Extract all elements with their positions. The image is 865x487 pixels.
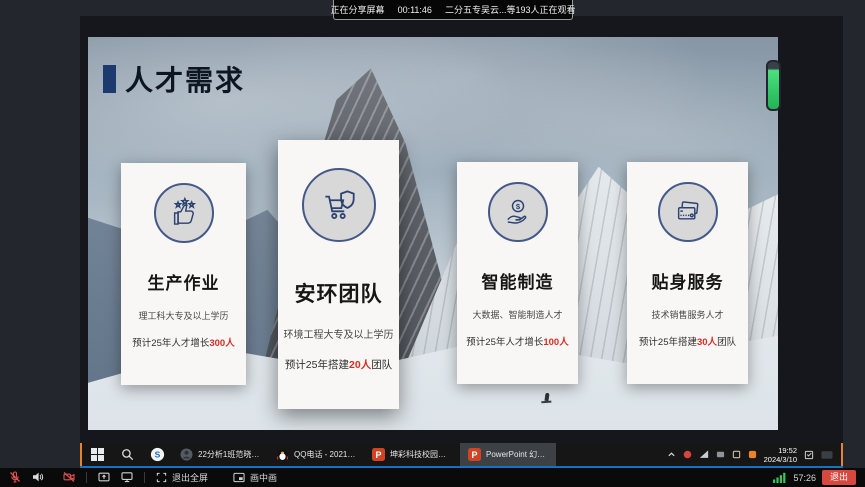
thumbs-up-stars-icon (167, 196, 201, 230)
card-forecast: 预计25年搭建20人团队 (285, 357, 392, 372)
screen-share-status-bar: 正在分享屏幕 00:11:46 二分五专吴云...等193人正在观看 (333, 0, 573, 20)
card-desc: 理工科大专及以上学历 (138, 309, 228, 322)
task-label: PowerPoint 幻灯... (486, 449, 548, 460)
forecast-prefix: 预计25年搭建 (639, 337, 697, 348)
task-label: 22分析1班范晓鹏等... (198, 449, 260, 460)
tray-date: 2024/3/10 (764, 455, 797, 464)
signal-strength-icon (773, 472, 787, 483)
browser-s-icon: S (150, 447, 165, 462)
slide-title-block: 人才需求 (103, 59, 245, 99)
forecast-suffix: 团队 (371, 359, 392, 371)
windows-taskbar: S 22分析1班范晓鹏等... QQ电话 - 2021级... P 坤彩科技校园… (80, 443, 843, 466)
tray-icon-4[interactable] (748, 450, 757, 459)
group-chat-avatar-icon (180, 448, 193, 461)
card-title: 贴身服务 (652, 268, 724, 293)
meeting-duration: 57:26 (793, 473, 816, 483)
presentation-slide: 人才需求 生产作业 理工科大专及以上学历 预计25年人才增长300人 (88, 37, 778, 430)
taskbar-browser-button[interactable]: S (142, 443, 172, 466)
task-label: QQ电话 - 2021级... (294, 449, 356, 460)
card-icon-circle (154, 183, 214, 243)
card-icon-circle (302, 168, 376, 242)
search-icon (121, 448, 134, 461)
control-divider (86, 472, 87, 483)
forecast-prefix: 预计25年人才增长 (466, 337, 543, 348)
action-center-icon[interactable] (804, 450, 814, 460)
tray-network-icon[interactable] (699, 450, 709, 459)
pip-label: 画中画 (250, 471, 277, 484)
tray-clock[interactable]: 19:52 2024/3/10 (764, 446, 797, 464)
card-desc: 环境工程大专及以上学历 (284, 326, 394, 341)
svg-text:S: S (154, 450, 160, 460)
powerpoint-icon: P (468, 448, 481, 461)
card-forecast: 预计25年人才增长300人 (132, 335, 234, 349)
share-screen-button[interactable] (98, 471, 110, 485)
card-desc: 技术销售服务人才 (651, 308, 723, 321)
taskbar-task-qq-call[interactable]: QQ电话 - 2021级... (268, 443, 364, 466)
forecast-prefix: 预计25年搭建 (285, 359, 349, 371)
skier-figure (544, 392, 549, 400)
forecast-number: 100人 (543, 337, 568, 348)
card-personal-service: 贴身服务 技术销售服务人才 预计25年搭建30人团队 (627, 162, 748, 384)
windows-logo-icon (91, 448, 104, 461)
card-production: 生产作业 理工科大专及以上学历 预计25年人才增长300人 (121, 163, 246, 385)
card-smart-manufacturing: $ 智能制造 大数据、智能制造人才 预计25年人才增长100人 (457, 162, 578, 384)
qq-penguin-icon (276, 448, 289, 461)
mic-muted-button[interactable] (9, 471, 21, 485)
card-title: 生产作业 (148, 269, 220, 294)
camera-muted-button[interactable] (63, 471, 75, 485)
exit-fullscreen-label: 退出全屏 (172, 471, 208, 484)
meeting-app-window: 人才需求 生产作业 理工科大专及以上学历 预计25年人才增长300人 (0, 0, 865, 487)
page-title: 人才需求 (125, 59, 245, 99)
taskbar-task-ppt-file[interactable]: P 坤彩科技校园招聘... (364, 443, 460, 466)
tray-chevron-up-icon[interactable] (667, 450, 676, 459)
meeting-controls-right: 57:26 退出 (773, 470, 865, 485)
meeting-controls-left: 退出全屏 画中画 (0, 471, 277, 485)
share-status-label: 正在分享屏幕 (331, 3, 385, 16)
card-forecast: 预计25年人才增长100人 (466, 334, 568, 348)
start-button[interactable] (82, 443, 112, 466)
hand-coin-icon: $ (501, 195, 535, 229)
card-title: 安环团队 (295, 278, 383, 308)
task-label: 坤彩科技校园招聘... (390, 449, 452, 460)
credit-cards-icon (671, 195, 705, 229)
leave-meeting-button[interactable]: 退出 (822, 470, 856, 485)
share-viewers: 二分五专吴云...等193人正在观看 (445, 3, 576, 16)
cart-shield-icon (318, 184, 360, 226)
card-forecast: 预计25年搭建30人团队 (639, 334, 736, 348)
exit-fullscreen-icon (156, 472, 167, 483)
picture-in-picture-button[interactable]: 画中画 (233, 471, 277, 484)
forecast-number: 30人 (697, 337, 717, 348)
tray-icon-1[interactable] (683, 450, 692, 459)
card-title: 智能制造 (482, 268, 554, 293)
forecast-number: 20人 (349, 359, 371, 371)
forecast-number: 300人 (209, 338, 234, 349)
card-safety-team: 安环团队 环境工程大专及以上学历 预计25年搭建20人团队 (278, 140, 399, 409)
tray-time: 19:52 (764, 446, 797, 455)
taskbar-task-group-chat[interactable]: 22分析1班范晓鹏等... (172, 443, 268, 466)
meeting-control-bar: 退出全屏 画中画 57:26 退出 (0, 468, 865, 487)
title-bullet (103, 65, 116, 93)
touch-keyboard-icon[interactable] (821, 450, 833, 460)
taskbar-task-ppt-slideshow[interactable]: P PowerPoint 幻灯... (460, 443, 556, 466)
picture-in-picture-icon (233, 472, 245, 483)
audio-volume-indicator (766, 60, 781, 111)
svg-text:$: $ (515, 202, 520, 211)
card-icon-circle (658, 182, 718, 242)
tray-icon-2[interactable] (716, 450, 725, 459)
powerpoint-icon: P (372, 448, 385, 461)
taskbar-search-button[interactable] (112, 443, 142, 466)
forecast-suffix: 团队 (717, 337, 736, 348)
monitor-button[interactable] (121, 471, 133, 485)
control-divider (144, 472, 145, 483)
speaker-button[interactable] (32, 471, 44, 485)
card-icon-circle: $ (488, 182, 548, 242)
exit-fullscreen-button[interactable]: 退出全屏 (156, 471, 208, 484)
system-tray: 19:52 2024/3/10 (663, 443, 841, 466)
card-desc: 大数据、智能制造人才 (472, 308, 562, 321)
forecast-prefix: 预计25年人才增长 (132, 338, 209, 349)
share-timer: 00:11:46 (398, 5, 432, 15)
tray-icon-3[interactable] (732, 450, 741, 459)
